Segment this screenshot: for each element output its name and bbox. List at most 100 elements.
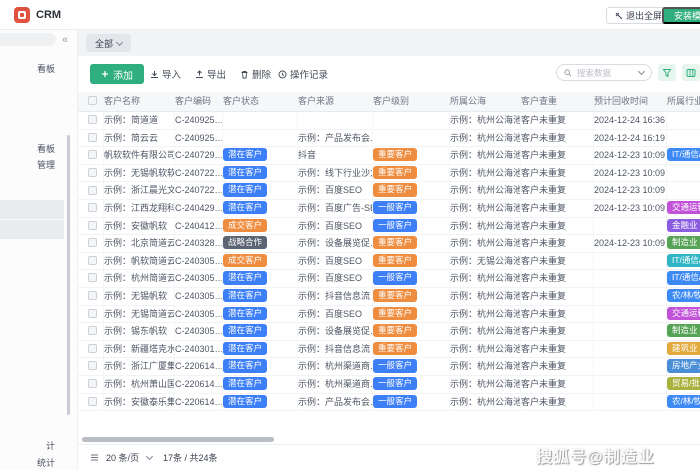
- search-input[interactable]: [575, 66, 636, 79]
- customer-name-cell: 示例：安徽帆软: [104, 217, 175, 235]
- recycle-time-cell: [594, 252, 667, 270]
- recycle-time-cell: 2024-12-23 10:09…: [594, 147, 667, 164]
- table-row[interactable]: 示例：无锡简道云 C-240305… 潜在客户 示例：百度SEO 重要客户 示例…: [78, 305, 700, 324]
- table-row[interactable]: 示例：帆软简道云 C-240305… 成交客户 示例：百度SEO 重要客户 示例…: [78, 252, 700, 271]
- customer-name-cell: 示例：新疆塔克水…: [104, 340, 175, 358]
- row-checkbox[interactable]: [88, 167, 97, 177]
- sidebar-search-stub[interactable]: [0, 33, 56, 46]
- table-row[interactable]: 帆软软件有限公司 C-240729… 潜在客户 抖音 重要客户 示例：杭州公海池…: [78, 147, 700, 165]
- row-checkbox[interactable]: [88, 361, 97, 371]
- page-size-chevron-icon[interactable]: [145, 452, 154, 461]
- customer-code-cell: C-240412…: [175, 217, 223, 235]
- level-badge: 重要客户: [373, 306, 418, 320]
- table-row[interactable]: 示例：安徽帆软 C-240412… 成交客户 示例：百度SEO 一般客户 示例：…: [78, 217, 700, 236]
- industry-cell: 农/林/牧: [667, 288, 700, 305]
- dup-check-cell: 客户未重复: [521, 182, 594, 199]
- sidebar-item-stat-2[interactable]: 统计: [37, 456, 55, 469]
- search-box[interactable]: [556, 64, 652, 81]
- sidebar-scrollbar[interactable]: [67, 135, 70, 415]
- table-row[interactable]: 示例：浙江广厦集团 C-220614… 潜在客户 示例：杭州渠道商… 一般客户 …: [78, 358, 700, 376]
- dup-check-cell: 客户未重复: [521, 112, 594, 129]
- select-all-checkbox[interactable]: [88, 96, 97, 106]
- customer-source-cell: 示例：线下行业沙龙: [298, 164, 373, 182]
- dup-check-cell: 客户未重复: [521, 375, 594, 393]
- install-template-button[interactable]: 安装模板: [662, 7, 700, 24]
- table-row[interactable]: 示例：北京简道云… C-240328… 战略合作 示例：设备展览促… 重要客户 …: [78, 235, 700, 253]
- row-checkbox[interactable]: [88, 396, 97, 406]
- status-badge: 潜在客户: [223, 376, 268, 391]
- public-pool-cell: 示例：杭州公海池: [450, 270, 521, 287]
- page-size-select[interactable]: 20 条/页: [106, 451, 139, 464]
- customer-status-cell: 潜在客户: [223, 393, 298, 411]
- sidebar-selected-item-2[interactable]: [0, 220, 64, 239]
- table-row[interactable]: 示例：无锡帆软软件 C-240722… 潜在客户 示例：线下行业沙龙 重要客户 …: [78, 164, 700, 183]
- level-badge: 重要客户: [373, 165, 418, 179]
- row-checkbox[interactable]: [88, 150, 97, 160]
- table-row[interactable]: 示例：杭州萧山国… C-220614… 潜在客户 示例：杭州渠道商… 一般客户 …: [78, 375, 700, 394]
- sidebar-item-kanban-2[interactable]: 看板: [37, 142, 55, 155]
- dup-check-cell: 客户未重复: [521, 340, 594, 358]
- filter-button[interactable]: [658, 64, 676, 81]
- customer-level-cell: 重要客户: [373, 164, 450, 182]
- row-checkbox[interactable]: [88, 115, 97, 125]
- customer-status-cell: 潜在客户: [223, 199, 298, 217]
- sidebar-item-kanban-1[interactable]: 看板: [37, 62, 55, 75]
- status-badge: 潜在客户: [223, 359, 268, 373]
- row-checkbox[interactable]: [88, 203, 97, 213]
- table-row[interactable]: 示例：杭州简道云 C-240305… 潜在客户 示例：百度SEO 一般客户 示例…: [78, 270, 700, 288]
- horizontal-scrollbar[interactable]: [82, 437, 274, 442]
- customer-status-cell: 潜在客户: [223, 340, 298, 358]
- public-pool-cell: 示例：杭州公海池: [450, 323, 521, 340]
- row-checkbox[interactable]: [88, 308, 97, 318]
- recycle-time-cell: 2024-12-24 16:36…: [594, 112, 667, 129]
- level-badge: 一般客户: [373, 359, 418, 373]
- table-row[interactable]: 示例：无锡帆软 C-240305… 潜在客户 示例：抖音信息流 重要客户 示例：…: [78, 287, 700, 306]
- customer-status-cell: 战略合作: [223, 235, 298, 252]
- sidebar-item-manage[interactable]: 管理: [37, 158, 55, 171]
- customer-code-cell: C-240305…: [175, 305, 223, 323]
- industry-cell: 交通运输: [667, 306, 700, 323]
- row-checkbox[interactable]: [88, 255, 97, 265]
- row-checkbox[interactable]: [88, 273, 97, 283]
- header-industry: 所属行业: [667, 96, 700, 106]
- table-row[interactable]: 示例：江西龙翔科… C-240429… 潜在客户 示例：百度广告-SEM 一般客…: [78, 199, 700, 218]
- export-button[interactable]: 导出: [195, 67, 226, 81]
- row-checkbox[interactable]: [88, 326, 97, 336]
- compress-icon: [615, 12, 623, 19]
- industry-cell: 建筑业: [667, 341, 700, 358]
- table-row[interactable]: 示例：安徽泰乐集团 C-220614… 潜在客户 示例：产品发布会… 一般客户 …: [78, 393, 700, 412]
- customer-name-cell: 示例：杭州萧山国…: [104, 375, 175, 393]
- industry-cell: 交通运输: [667, 200, 700, 217]
- row-checkbox[interactable]: [88, 379, 97, 389]
- search-chevron-down-icon[interactable]: [637, 67, 646, 76]
- level-badge: 一般客户: [373, 376, 418, 391]
- industry-badge: IT/通信/: [667, 271, 700, 285]
- customer-source-cell: 示例：设备展览促…: [298, 323, 373, 340]
- sidebar-selected-item[interactable]: [0, 200, 64, 219]
- row-checkbox[interactable]: [88, 238, 97, 248]
- column-settings-button[interactable]: [682, 64, 700, 81]
- table-row[interactable]: 示例：简云云 C-240925… 示例：产品发布会… 示例：杭州公海池 客户未重…: [78, 129, 700, 148]
- row-checkbox[interactable]: [88, 220, 97, 230]
- row-checkbox[interactable]: [88, 185, 97, 195]
- sidebar-item-stat-1[interactable]: 计: [46, 439, 55, 452]
- dup-check-cell: 客户未重复: [521, 358, 594, 375]
- table-row[interactable]: 示例：新疆塔克水… C-240301… 潜在客户 示例：抖音信息流 重要客户 示…: [78, 340, 700, 359]
- operation-history-button[interactable]: 操作记录: [278, 67, 328, 81]
- import-button[interactable]: 导入: [150, 67, 181, 81]
- table-row[interactable]: 示例：简道道 C-240925… 示例：杭州公海池 客户未重复 2024-12-…: [78, 112, 700, 130]
- status-badge: 潜在客户: [223, 183, 268, 197]
- collapse-sidebar-icon[interactable]: «: [62, 35, 68, 46]
- list-icon[interactable]: [90, 453, 99, 462]
- tab-all[interactable]: 全部: [86, 34, 132, 52]
- row-checkbox[interactable]: [88, 343, 97, 353]
- row-checkbox[interactable]: [88, 291, 97, 301]
- header-customer-code: 客户编码: [175, 92, 223, 111]
- delete-button[interactable]: 删除: [240, 67, 271, 81]
- row-checkbox[interactable]: [88, 132, 97, 142]
- customer-status-cell: 潜在客户: [223, 182, 298, 199]
- customer-level-cell: 重要客户: [373, 305, 450, 323]
- add-button[interactable]: 添加: [90, 64, 144, 84]
- table-row[interactable]: 示例：浙江晨光文… C-240722… 潜在客户 示例：百度SEO 重要客户 示…: [78, 182, 700, 200]
- table-row[interactable]: 示例：锡东帆软 C-240305… 潜在客户 示例：设备展览促… 重要客户 示例…: [78, 323, 700, 341]
